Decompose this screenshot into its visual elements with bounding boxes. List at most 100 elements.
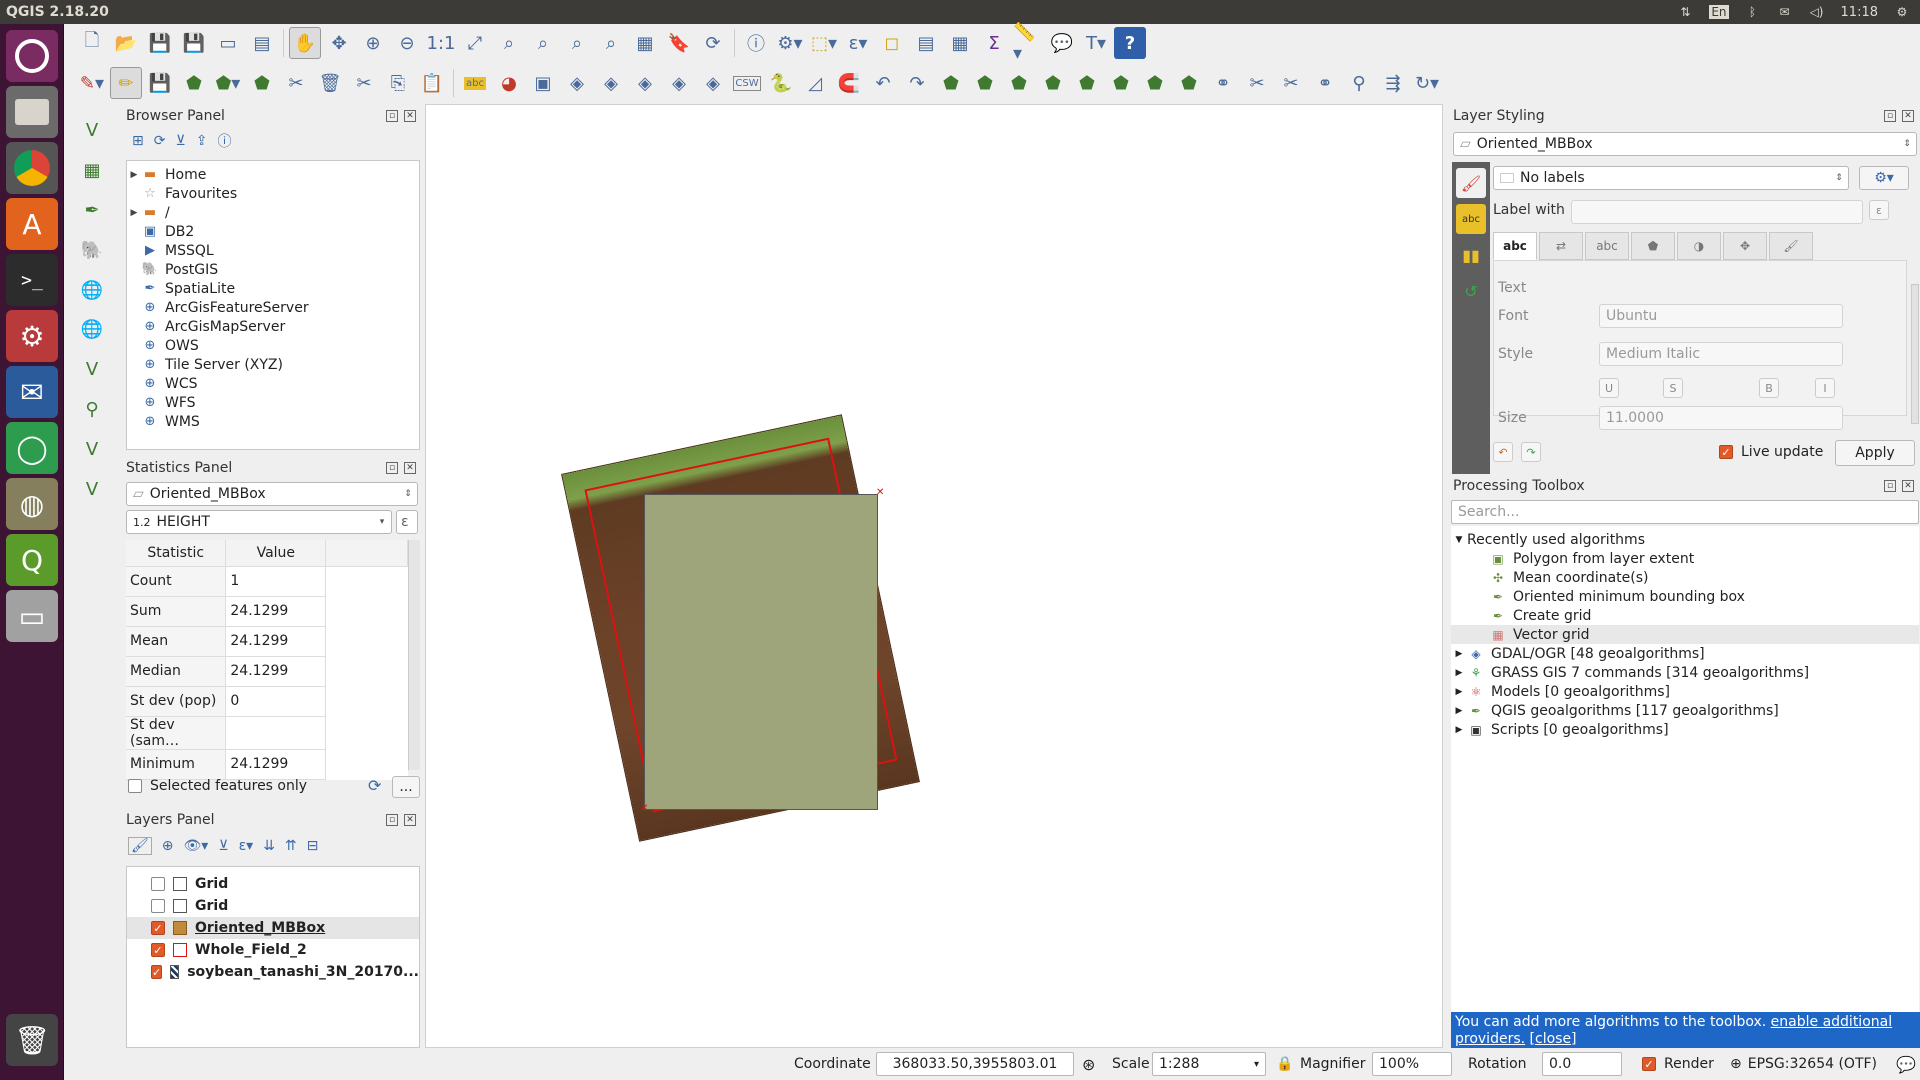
- text-annotation-icon[interactable]: T▾: [1080, 27, 1112, 59]
- labels-mode-select[interactable]: No labels ⇕: [1493, 166, 1849, 190]
- add-selected-layers-icon[interactable]: ⊞: [132, 133, 144, 149]
- node-editor-icon[interactable]: ✂: [280, 67, 312, 99]
- filter-expression-icon[interactable]: ε▾: [239, 838, 254, 854]
- redo-icon[interactable]: ↷: [901, 67, 933, 99]
- bluetooth-icon[interactable]: ᛒ: [1745, 5, 1761, 19]
- statistics-scrollbar[interactable]: [408, 540, 420, 770]
- map-canvas[interactable]: ✕ ✕: [425, 104, 1443, 1048]
- new-print-composer-icon[interactable]: ▭: [212, 27, 244, 59]
- zoom-full-icon[interactable]: ⤢: [459, 27, 491, 59]
- table-row[interactable]: Count 1: [126, 566, 408, 597]
- algorithm-item[interactable]: ✒ Oriented minimum bounding box: [1451, 587, 1919, 606]
- toggle-coordinate-icon[interactable]: ⊛: [1082, 1055, 1095, 1074]
- cut-features-icon[interactable]: ✂: [348, 67, 380, 99]
- node-tool-icon[interactable]: ⬟: [246, 67, 278, 99]
- scale-select[interactable]: 1:288 ▾: [1152, 1052, 1266, 1076]
- close-panel-icon[interactable]: ✕: [1902, 110, 1914, 122]
- open-styling-icon[interactable]: 🖌: [128, 837, 152, 855]
- table-row[interactable]: St dev (pop) 0: [126, 686, 408, 717]
- processing-search-input[interactable]: Search...: [1451, 500, 1919, 524]
- browser-item[interactable]: ▶ ▬ Home: [127, 165, 419, 184]
- label-settings-button[interactable]: ⚙▾: [1859, 166, 1909, 190]
- attribute-table-icon[interactable]: ▤: [910, 27, 942, 59]
- lock-scale-icon[interactable]: 🔒: [1276, 1056, 1293, 1072]
- current-edits-icon[interactable]: ✎ ▾: [76, 67, 108, 99]
- provider-item[interactable]: ▶ ⚛ Models [0 geoalgorithms]: [1451, 682, 1919, 701]
- zoom-last-icon[interactable]: ⌕: [561, 27, 593, 59]
- browser-item[interactable]: ⊕ WCS: [127, 374, 419, 393]
- split-features-icon[interactable]: ⚭: [1207, 67, 1239, 99]
- installer-icon[interactable]: ▭: [6, 590, 58, 642]
- zoom-out-icon[interactable]: ⊖: [391, 27, 423, 59]
- add-feature-icon[interactable]: ⬟: [178, 67, 210, 99]
- highlight-labels-icon[interactable]: ◈: [697, 67, 729, 99]
- browser-item[interactable]: ⊕ Tile Server (XYZ): [127, 355, 419, 374]
- select-by-expression-icon[interactable]: ε▾: [842, 27, 874, 59]
- browser-item[interactable]: ⊕ OWS: [127, 336, 419, 355]
- tab-text[interactable]: abc: [1493, 232, 1537, 260]
- browser-item[interactable]: 🐘 PostGIS: [127, 260, 419, 279]
- redo-style-icon[interactable]: ↷: [1521, 442, 1541, 462]
- field-calculator-icon[interactable]: ▦: [944, 27, 976, 59]
- refresh-icon[interactable]: ⟳: [697, 27, 729, 59]
- pan-to-selection-icon[interactable]: ✥: [323, 27, 355, 59]
- table-row[interactable]: Median 24.1299: [126, 656, 408, 687]
- fill-ring-icon[interactable]: ⬟: [1003, 67, 1035, 99]
- manage-themes-icon[interactable]: 👁▾: [184, 838, 209, 854]
- refresh-icon[interactable]: ⟳: [154, 133, 166, 149]
- expand-all-icon[interactable]: ⇊: [263, 838, 275, 854]
- rotate-label-icon[interactable]: ◈: [629, 67, 661, 99]
- browser-item[interactable]: ⊕ ArcGisFeatureServer: [127, 298, 419, 317]
- collapse-arrow-icon[interactable]: ▼: [1451, 535, 1467, 545]
- close-panel-icon[interactable]: ✕: [404, 462, 416, 474]
- provider-item[interactable]: ▶ ◈ GDAL/OGR [48 geoalgorithms]: [1451, 644, 1919, 663]
- merge-attributes-icon[interactable]: ⚭: [1309, 67, 1341, 99]
- statistics-field-select[interactable]: 1.2 HEIGHT ▾: [126, 510, 392, 534]
- trash-icon[interactable]: 🗑: [6, 1014, 58, 1066]
- layer-visibility-checkbox[interactable]: ✓: [151, 965, 163, 979]
- float-panel-icon[interactable]: ▫: [1884, 110, 1896, 122]
- expand-arrow-icon[interactable]: ▶: [1451, 706, 1467, 716]
- layer-item[interactable]: ✓ Whole_Field_2: [127, 939, 419, 961]
- csw-icon[interactable]: CSW: [731, 67, 763, 99]
- browser-item[interactable]: ⊕ WFS: [127, 393, 419, 412]
- delete-part-icon[interactable]: ⬟: [1071, 67, 1103, 99]
- float-panel-icon[interactable]: ▫: [386, 110, 398, 122]
- expression-button[interactable]: ε: [396, 510, 418, 534]
- zoom-layer-icon[interactable]: ⌕: [527, 27, 559, 59]
- offset-point-symbols-icon[interactable]: ⇶: [1377, 67, 1409, 99]
- add-virtual-layer-icon[interactable]: V: [76, 434, 108, 464]
- float-panel-icon[interactable]: ▫: [386, 462, 398, 474]
- bookmark-icon[interactable]: 🔖: [663, 27, 695, 59]
- zoom-selection-icon[interactable]: ⌕: [493, 27, 525, 59]
- expand-arrow-icon[interactable]: ▶: [1451, 668, 1467, 678]
- filter-icon[interactable]: ⊻: [175, 133, 185, 149]
- toggle-editing-icon[interactable]: ✏: [110, 67, 142, 99]
- change-label-icon[interactable]: ◈: [663, 67, 695, 99]
- expand-arrow-icon[interactable]: ▶: [127, 208, 141, 218]
- layer-item[interactable]: Grid: [127, 895, 419, 917]
- browser-item[interactable]: ▣ DB2: [127, 222, 419, 241]
- expand-arrow-icon[interactable]: ▶: [1451, 649, 1467, 659]
- table-row[interactable]: Sum 24.1299: [126, 596, 408, 627]
- layer-labeling-icon[interactable]: abc: [459, 67, 491, 99]
- tab-buffer[interactable]: abc: [1585, 232, 1629, 260]
- thunderbird-icon[interactable]: ✉: [6, 366, 58, 418]
- tab-shadow[interactable]: ◑: [1677, 232, 1721, 260]
- info-icon[interactable]: ⓘ: [217, 131, 231, 151]
- add-delimited-text-icon[interactable]: ⚲: [76, 395, 108, 425]
- provider-item[interactable]: ▶ ⚘ GRASS GIS 7 commands [314 geoalgorithm…: [1451, 663, 1919, 682]
- bold-button[interactable]: B: [1759, 378, 1779, 398]
- live-update-checkbox[interactable]: ✓: [1719, 445, 1733, 459]
- add-spatialite-layer-icon[interactable]: ✒: [76, 196, 108, 226]
- zoom-next-icon[interactable]: ⌕: [595, 27, 627, 59]
- expand-arrow-icon[interactable]: ▶: [127, 170, 141, 180]
- coordinate-field[interactable]: 368033.50,3955803.01: [876, 1052, 1074, 1076]
- files-icon[interactable]: [6, 86, 58, 138]
- table-row[interactable]: St dev (sam…: [126, 716, 408, 750]
- diagram-icon[interactable]: ◕: [493, 67, 525, 99]
- zoom-native-icon[interactable]: 1:1: [425, 27, 457, 59]
- chrome-icon[interactable]: [6, 142, 58, 194]
- recent-algorithms-group[interactable]: ▼ Recently used algorithms: [1451, 530, 1919, 549]
- add-vector-layer-icon[interactable]: V: [76, 116, 108, 146]
